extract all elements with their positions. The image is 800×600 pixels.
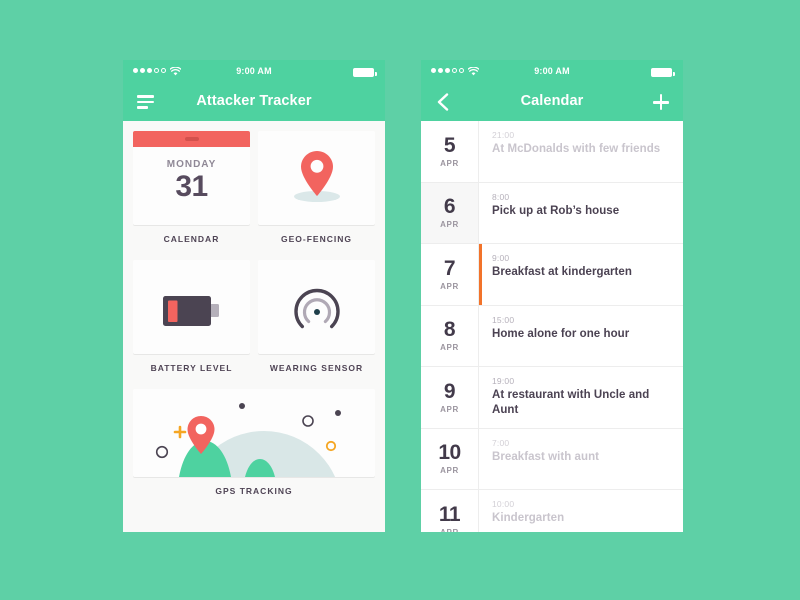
tile-gps-tracking-card[interactable] <box>133 389 375 477</box>
status-bar-left: 9:00 AM <box>123 60 385 84</box>
event-title: Kindergarten <box>492 512 565 524</box>
tile-label-geo-fencing: GEO-FENCING <box>281 234 352 244</box>
tile-geo-fencing[interactable]: GEO-FENCING <box>258 131 375 254</box>
event-day: 11 <box>438 502 461 526</box>
event-date: 9 APR <box>421 367 479 428</box>
status-bar-right: 9:00 AM <box>421 60 683 84</box>
tile-label-gps-tracking: GPS TRACKING <box>215 486 293 496</box>
event-time: 21:00 <box>492 130 515 140</box>
event-day: 8 <box>443 318 456 342</box>
event-time: 15:00 <box>492 314 515 325</box>
event-time: 8:00 <box>492 191 510 202</box>
event-body: 8:00 Pick up at Rob’s house <box>479 183 683 244</box>
tile-calendar-card[interactable]: MONDAY 31 <box>133 131 250 225</box>
list-item[interactable]: 7 APR 9:00 Breakfast at kindergarten <box>421 244 683 306</box>
event-day: 9 <box>443 379 456 403</box>
event-day: 10 <box>438 441 461 465</box>
plus-icon[interactable] <box>653 94 669 110</box>
plus-marker-icon <box>173 425 187 439</box>
event-day: 7 <box>443 256 456 280</box>
event-date: 7 APR <box>421 244 479 305</box>
dashboard-body: MONDAY 31 CALENDAR GEO-FENCING BATTERY L… <box>123 121 385 532</box>
event-body: 10:00 Kindergarten <box>479 490 683 532</box>
event-body: 7:00 Breakfast with aunt <box>479 429 683 490</box>
tile-wearing-sensor-card[interactable] <box>258 260 375 354</box>
event-title: Home alone for one hour <box>492 327 630 340</box>
event-date: 8 APR <box>421 305 479 366</box>
event-body: 9:00 Breakfast at kindergarten <box>479 244 683 305</box>
event-date: 11 APR <box>421 490 479 532</box>
event-body: 19:00 At restaurant with Uncle and Aunt <box>479 367 683 428</box>
event-title: Breakfast at kindergarten <box>492 266 632 278</box>
event-time: 19:00 <box>492 376 515 386</box>
event-month: APR <box>440 404 459 414</box>
event-time: 9:00 <box>492 253 510 263</box>
tile-battery-level-card[interactable] <box>133 260 250 354</box>
sensor-waves-icon <box>293 288 340 329</box>
event-title: At restaurant with Uncle and Aunt <box>492 389 650 417</box>
calendar-day-name: MONDAY <box>166 159 217 170</box>
event-month: APR <box>440 343 459 353</box>
phone-dashboard-screen: 9:00 AM Attacker Tracker MONDAY 31 CALEN… <box>123 60 385 532</box>
event-day: 5 <box>443 133 456 157</box>
map-pin-icon <box>300 151 333 196</box>
tile-label-wearing-sensor: WEARING SENSOR <box>269 363 364 373</box>
event-list[interactable]: 5 APR 21:00 At McDonalds with few friend… <box>421 121 683 532</box>
tile-gps-tracking[interactable]: GPS TRACKING <box>133 389 375 506</box>
event-month: APR <box>440 281 459 291</box>
list-item[interactable]: 9 APR 19:00 At restaurant with Uncle and… <box>421 367 683 429</box>
event-time: 7:00 <box>492 437 510 448</box>
event-body: 15:00 Home alone for one hour <box>479 306 683 367</box>
nav-bar-dashboard: Attacker Tracker <box>123 84 385 121</box>
event-month: APR <box>440 220 459 230</box>
event-title: Pick up at Rob’s house <box>492 204 620 217</box>
battery-low-icon <box>162 296 219 326</box>
event-date: 10 APR <box>421 428 479 489</box>
gps-map-illustration <box>155 403 341 477</box>
tile-label-calendar: CALENDAR <box>163 234 220 244</box>
event-title: At McDonalds with few friends <box>492 143 661 155</box>
list-item[interactable]: 8 APR 15:00 Home alone for one hour <box>421 305 683 367</box>
plus-bar-vertical <box>659 94 663 110</box>
list-item[interactable]: 6 APR 8:00 Pick up at Rob’s house <box>421 182 683 244</box>
tile-wearing-sensor[interactable]: WEARING SENSOR <box>258 260 375 383</box>
map-pin-illustration <box>258 150 375 210</box>
phone-calendar-screen: 9:00 AM Calendar 5 APR 21:00 At McDonald… <box>421 60 683 532</box>
event-month: APR <box>440 158 459 168</box>
event-date: 6 APR <box>421 182 479 243</box>
event-month: APR <box>440 528 459 532</box>
tile-label-battery-level: BATTERY LEVEL <box>150 363 233 373</box>
event-accent-bar <box>479 244 482 305</box>
calendar-icon <box>133 131 250 147</box>
list-item[interactable]: 11 APR 10:00 Kindergarten <box>421 490 683 532</box>
event-month: APR <box>440 466 459 476</box>
tile-calendar[interactable]: MONDAY 31 CALENDAR <box>133 131 250 254</box>
page-title: Attacker Tracker <box>196 93 312 109</box>
tile-battery-level[interactable]: BATTERY LEVEL <box>133 260 250 383</box>
status-bar-time: 9:00 AM <box>236 66 272 76</box>
list-item[interactable]: 10 APR 7:00 Breakfast with aunt <box>421 428 683 490</box>
event-day: 6 <box>443 195 456 219</box>
feature-tile-grid: MONDAY 31 CALENDAR GEO-FENCING BATTERY L… <box>133 131 375 389</box>
screenshot-canvas: 9:00 AM Attacker Tracker MONDAY 31 CALEN… <box>0 0 800 600</box>
page-title: Calendar <box>520 93 584 109</box>
tile-geo-fencing-card[interactable] <box>258 131 375 225</box>
nav-bar-calendar: Calendar <box>421 84 683 121</box>
event-body: 21:00 At McDonalds with few friends <box>479 121 683 182</box>
calendar-day-number: 31 <box>175 170 208 203</box>
event-date: 5 APR <box>421 121 479 182</box>
event-time: 10:00 <box>492 499 515 509</box>
status-bar-time: 9:00 AM <box>534 66 570 76</box>
event-title: Breakfast with aunt <box>492 450 600 463</box>
list-item[interactable]: 5 APR 21:00 At McDonalds with few friend… <box>421 121 683 183</box>
battery-full-icon <box>353 68 377 77</box>
battery-full-icon <box>651 68 675 77</box>
